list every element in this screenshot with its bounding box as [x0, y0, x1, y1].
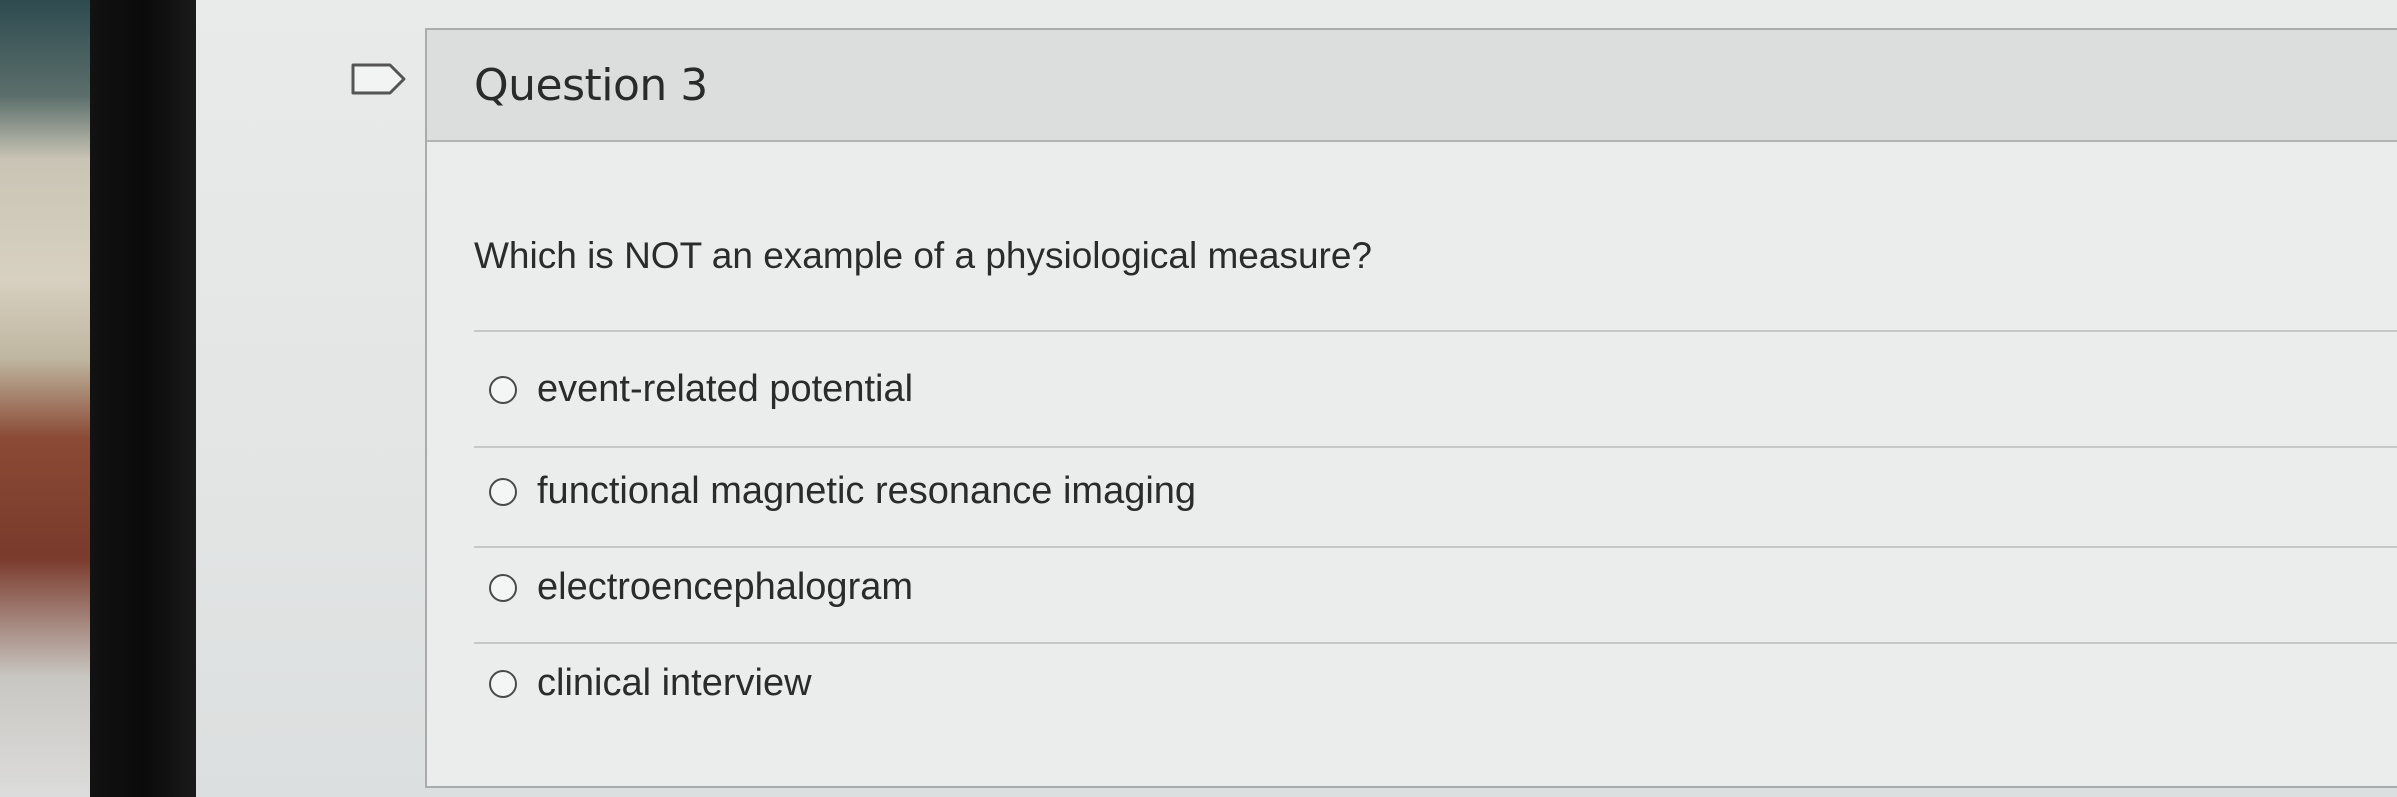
- answer-option-label: electroencephalogram: [537, 566, 914, 608]
- answer-option[interactable]: clinical interview: [489, 662, 812, 705]
- answer-option[interactable]: electroencephalogram: [489, 566, 913, 609]
- divider: [474, 642, 2397, 644]
- answer-option-label: functional magnetic resonance imaging: [537, 470, 1197, 512]
- bookmark-flag-icon[interactable]: [350, 62, 408, 96]
- answer-option-label: event-related potential: [537, 368, 914, 410]
- answer-option[interactable]: event-related potential: [489, 368, 913, 411]
- question-header: Question 3: [427, 30, 2397, 142]
- background-left-strip: [0, 0, 90, 797]
- divider: [474, 446, 2397, 448]
- divider: [474, 546, 2397, 548]
- question-title: Question 3: [474, 59, 708, 111]
- answer-option[interactable]: functional magnetic resonance imaging: [489, 470, 1196, 513]
- question-prompt: Which is NOT an example of a physiologic…: [474, 235, 1373, 276]
- divider: [474, 330, 2397, 332]
- radio-unchecked-icon[interactable]: [489, 573, 517, 602]
- radio-unchecked-icon[interactable]: [489, 477, 517, 506]
- answer-option-label: clinical interview: [537, 662, 812, 704]
- radio-unchecked-icon[interactable]: [489, 375, 517, 404]
- question-card: Question 3 Which is NOT an example of a …: [425, 28, 2397, 788]
- radio-unchecked-icon[interactable]: [489, 669, 517, 698]
- monitor-bezel: [90, 0, 196, 797]
